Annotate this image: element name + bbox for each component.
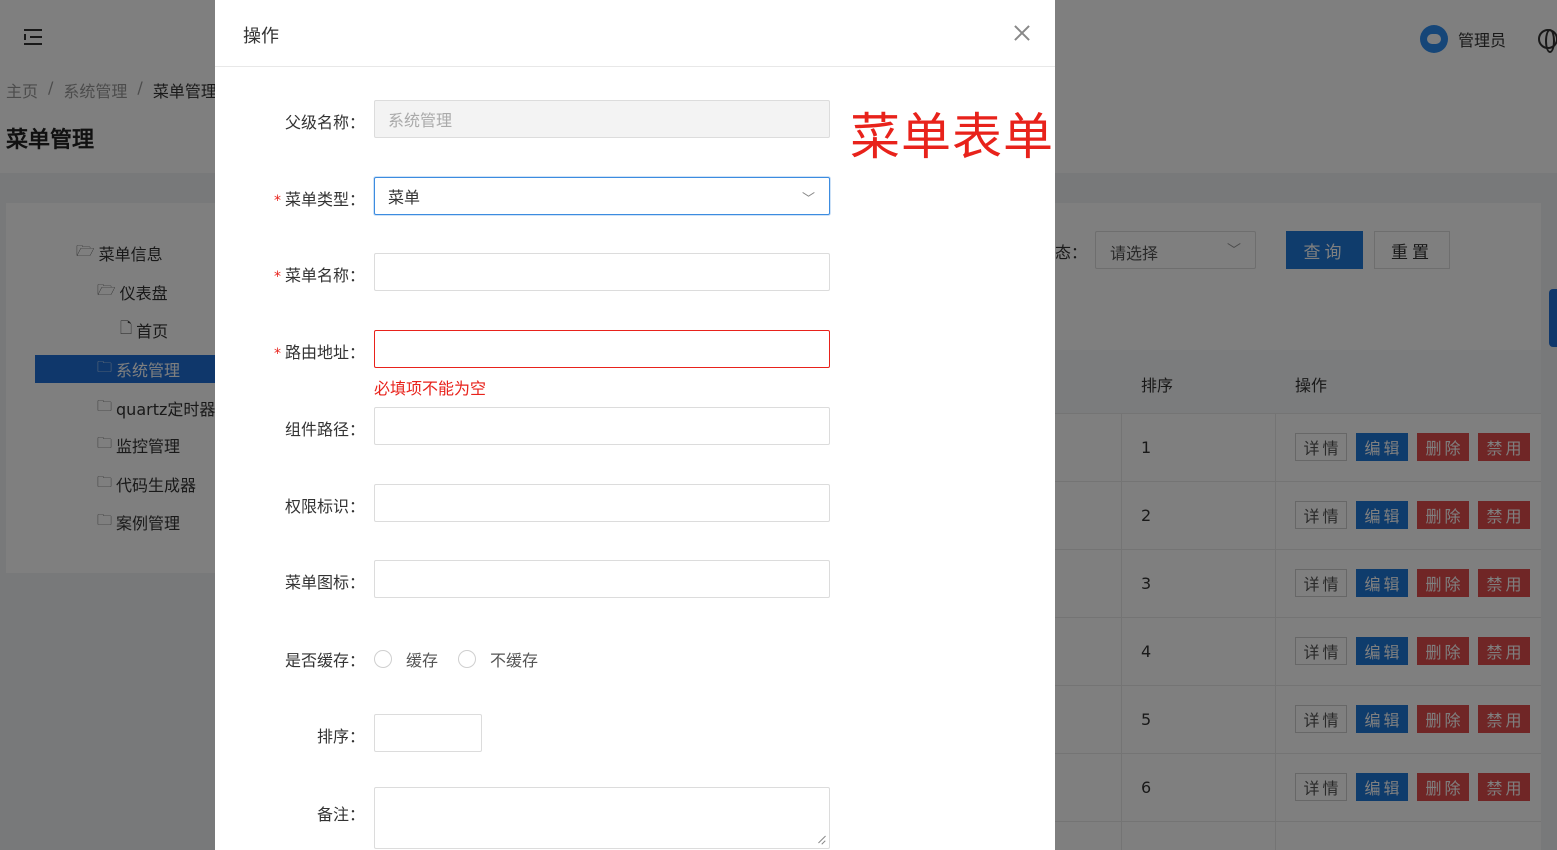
field-label: 排序： (316, 727, 365, 746)
close-icon[interactable] (1011, 22, 1033, 44)
menu-type-value: 菜单 (388, 188, 421, 207)
menu-form-dialog: 操作 菜单表单 父级名称： *菜单类型： 菜单 ﹀ *菜单名称： *路由地址： … (215, 0, 1055, 850)
chevron-down-icon: ﹀ (801, 192, 815, 207)
field-label: * 菜单类型： (274, 186, 365, 210)
annotation-text: 菜单表单 (850, 108, 1054, 166)
field-label: * 菜单名称： (274, 262, 365, 286)
field-label: * 路由地址： (274, 339, 365, 363)
parent-name-input (374, 100, 830, 138)
required-mark: * (273, 346, 281, 362)
sort-input[interactable] (374, 714, 482, 752)
dialog-title: 操作 (243, 26, 279, 47)
permission-input[interactable] (374, 484, 830, 522)
field-label: 组件路径： (284, 420, 365, 439)
remark-textarea[interactable] (374, 787, 830, 849)
field-label-text: 菜单名称： (284, 266, 365, 285)
resize-handle-icon[interactable] (815, 834, 827, 846)
menu-type-select[interactable]: 菜单 ﹀ (374, 177, 830, 215)
required-mark: * (273, 193, 281, 209)
route-error-message: 必填项不能为空 (374, 379, 487, 398)
component-path-input[interactable] (374, 407, 830, 445)
field-label: 菜单图标： (284, 573, 365, 592)
menu-name-input[interactable] (374, 253, 830, 291)
no-cache-radio[interactable] (458, 650, 477, 668)
menu-icon-input[interactable] (374, 560, 830, 598)
field-label: 权限标识： (284, 497, 365, 516)
field-label-text: 菜单类型： (284, 190, 365, 209)
field-label: 父级名称： (284, 113, 365, 132)
route-input[interactable] (374, 330, 830, 368)
field-label: 是否缓存： (284, 651, 365, 670)
no-cache-radio-label[interactable]: 不缓存 (490, 647, 538, 671)
dialog-header: 操作 (215, 0, 1055, 67)
required-mark: * (273, 269, 281, 285)
field-label: 备注： (316, 805, 365, 824)
cache-radio[interactable] (374, 650, 392, 668)
field-label-text: 路由地址： (284, 343, 365, 362)
cache-radio-group: 缓存 不缓存 (374, 647, 558, 671)
cache-radio-label[interactable]: 缓存 (406, 647, 438, 671)
